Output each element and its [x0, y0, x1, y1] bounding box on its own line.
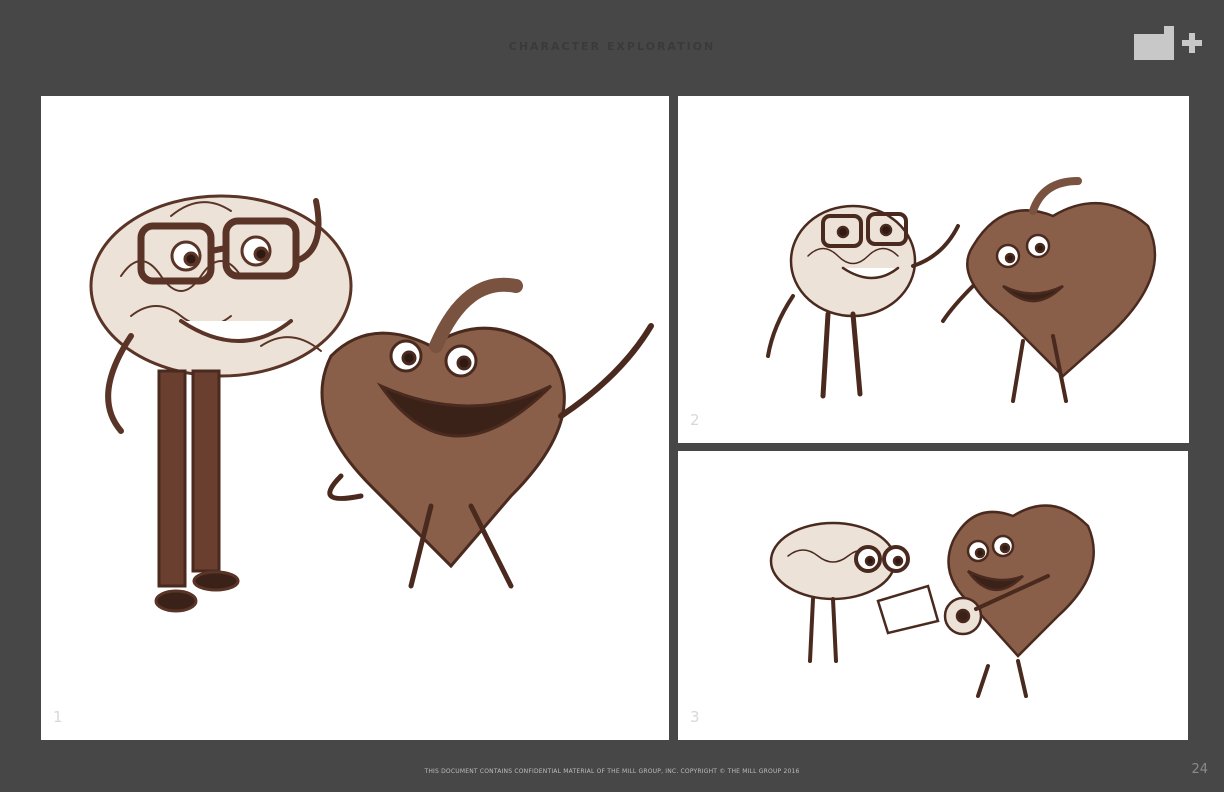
panel-number: 1 [53, 708, 63, 726]
page-number: 24 [1191, 762, 1208, 777]
mill-plus-logo-icon [1134, 26, 1202, 60]
brain-heart-sketch-image-3 [769, 504, 1095, 698]
sketch-panel-1: 1 [41, 96, 669, 740]
confidentiality-notice: THIS DOCUMENT CONTAINS CONFIDENTIAL MATE… [424, 768, 800, 775]
sketch-panel-3: 3 [678, 451, 1188, 740]
page-title: CHARACTER EXPLORATION [508, 40, 716, 53]
sketch-panel-2: 2 [678, 96, 1189, 443]
brain-heart-sketch-image-2 [766, 177, 1157, 403]
panel-number: 2 [690, 411, 700, 429]
brain-heart-sketch-image-1 [89, 194, 654, 613]
panel-number: 3 [690, 708, 700, 726]
